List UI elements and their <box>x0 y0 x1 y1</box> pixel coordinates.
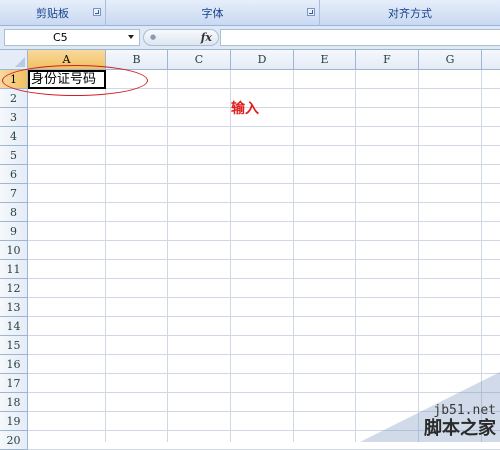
row-header-2[interactable]: 2 <box>0 89 28 108</box>
name-box-value: C5 <box>53 31 68 44</box>
ribbon-group-font[interactable]: 字体 <box>106 0 320 26</box>
row-header-10[interactable]: 10 <box>0 241 28 260</box>
ribbon-group-clipboard[interactable]: 剪贴板 <box>0 0 106 26</box>
row-gridline <box>28 297 500 298</box>
formula-input[interactable] <box>220 29 500 46</box>
annotation-text: 输入 <box>231 101 259 117</box>
row-header-13[interactable]: 13 <box>0 298 28 317</box>
row-header-1[interactable]: 1 <box>0 70 28 89</box>
ribbon-group-label: 字体 <box>201 7 224 20</box>
ribbon-group-alignment[interactable]: 对齐方式 <box>320 0 500 26</box>
column-header-b[interactable]: B <box>106 50 168 70</box>
formula-tools: ● fx <box>143 29 219 46</box>
row-gridline <box>28 221 500 222</box>
watermark-name: 脚本之家 <box>424 418 496 439</box>
row-gridline <box>28 278 500 279</box>
ribbon-group-bar: 剪贴板 字体 对齐方式 <box>0 0 500 26</box>
row-gridline <box>28 354 500 355</box>
ribbon-group-label: 对齐方式 <box>388 7 432 20</box>
row-header-20[interactable]: 20 <box>0 431 28 450</box>
column-header-h[interactable] <box>482 50 500 70</box>
row-gridline <box>28 145 500 146</box>
row-gridline <box>28 259 500 260</box>
dialog-launcher-icon[interactable] <box>93 8 101 16</box>
select-all-button[interactable] <box>0 50 28 70</box>
column-header-e[interactable]: E <box>294 50 356 70</box>
row-header-3[interactable]: 3 <box>0 108 28 127</box>
row-header-15[interactable]: 15 <box>0 336 28 355</box>
row-header-19[interactable]: 19 <box>0 412 28 431</box>
row-gridline <box>28 316 500 317</box>
row-gridline <box>28 164 500 165</box>
column-header-g[interactable]: G <box>419 50 482 70</box>
row-header-8[interactable]: 8 <box>0 203 28 222</box>
column-header-c[interactable]: C <box>168 50 231 70</box>
dropdown-arrow-icon[interactable] <box>128 35 134 39</box>
formula-bar: C5 ● fx <box>0 26 500 50</box>
row-gridline <box>28 107 500 108</box>
row-header-18[interactable]: 18 <box>0 393 28 412</box>
cell-a1-value: 身份证号码 <box>31 72 97 87</box>
row-header-5[interactable]: 5 <box>0 146 28 165</box>
name-box[interactable]: C5 <box>4 29 140 46</box>
column-header-d[interactable]: D <box>231 50 294 70</box>
column-header-f[interactable]: F <box>356 50 419 70</box>
ribbon-group-label: 剪贴板 <box>36 7 69 20</box>
row-header-11[interactable]: 11 <box>0 260 28 279</box>
row-header-17[interactable]: 17 <box>0 374 28 393</box>
row-header-6[interactable]: 6 <box>0 165 28 184</box>
row-gridline <box>28 202 500 203</box>
row-header-7[interactable]: 7 <box>0 184 28 203</box>
row-header-4[interactable]: 4 <box>0 127 28 146</box>
row-gridline <box>28 335 500 336</box>
watermark: jb51.net 脚本之家 <box>360 372 500 442</box>
row-gridline <box>28 240 500 241</box>
column-header-a[interactable]: A <box>28 50 106 70</box>
insert-function-icon[interactable]: fx <box>201 31 212 44</box>
row-header-16[interactable]: 16 <box>0 355 28 374</box>
row-header-14[interactable]: 14 <box>0 317 28 336</box>
row-header-9[interactable]: 9 <box>0 222 28 241</box>
grip-icon: ● <box>150 33 157 41</box>
dialog-launcher-icon[interactable] <box>307 8 315 16</box>
row-gridline <box>28 126 500 127</box>
row-gridline <box>28 183 500 184</box>
row-header-12[interactable]: 12 <box>0 279 28 298</box>
